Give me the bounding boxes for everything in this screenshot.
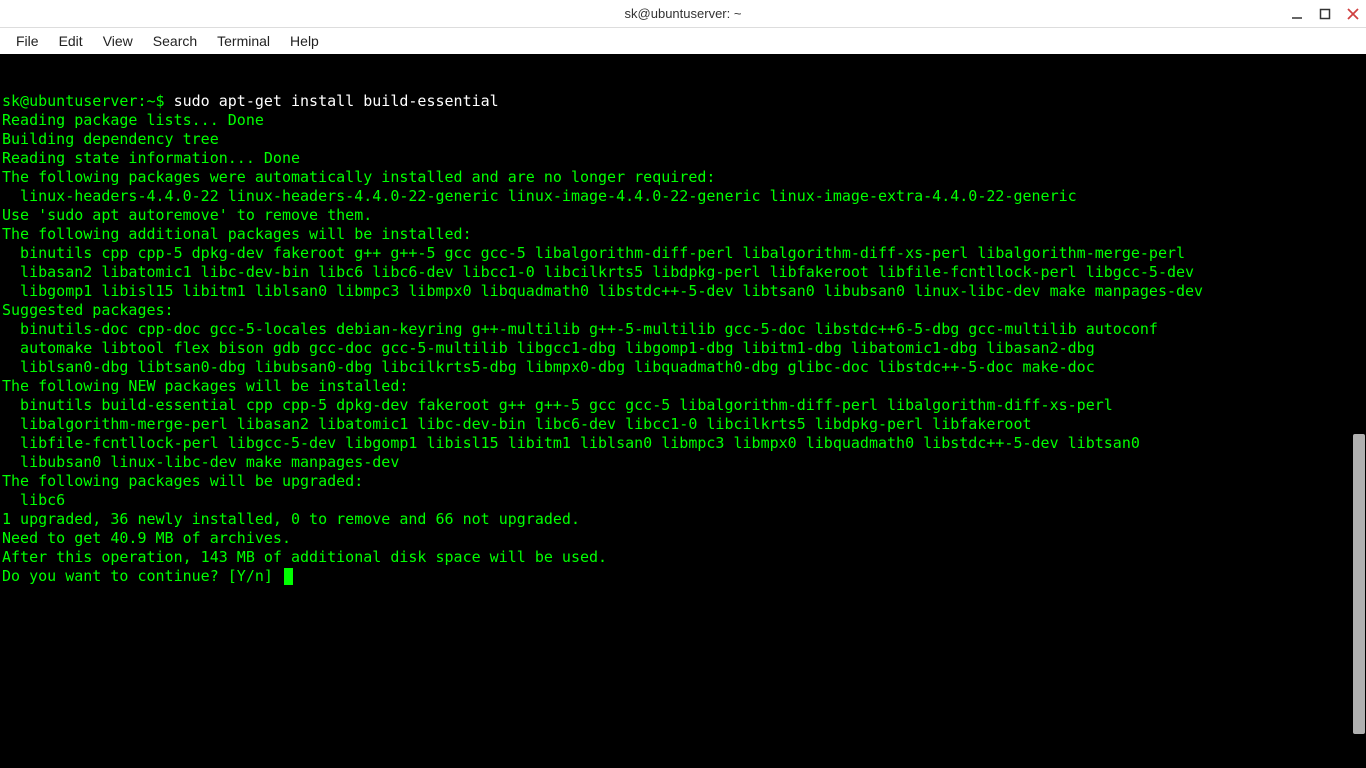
- terminal-line: Use 'sudo apt autoremove' to remove them…: [2, 206, 1364, 225]
- window-controls: [1290, 0, 1360, 28]
- menu-file[interactable]: File: [6, 31, 49, 51]
- terminal-line: libubsan0 linux-libc-dev make manpages-d…: [2, 453, 1364, 472]
- terminal-line: After this operation, 143 MB of addition…: [2, 548, 1364, 567]
- menu-search[interactable]: Search: [143, 31, 207, 51]
- terminal-line: Do you want to continue? [Y/n]: [2, 567, 1364, 586]
- entered-command: sudo apt-get install build-essential: [174, 92, 499, 111]
- menu-view[interactable]: View: [93, 31, 143, 51]
- maximize-button[interactable]: [1318, 7, 1332, 21]
- terminal-line: The following packages will be upgraded:: [2, 472, 1364, 491]
- terminal-line: Reading state information... Done: [2, 149, 1364, 168]
- terminal-line: sk@ubuntuserver:~$ sudo apt-get install …: [2, 92, 1364, 111]
- terminal-line: binutils build-essential cpp cpp-5 dpkg-…: [2, 396, 1364, 415]
- terminal-line: 1 upgraded, 36 newly installed, 0 to rem…: [2, 510, 1364, 529]
- scrollbar-thumb[interactable]: [1353, 434, 1365, 734]
- scrollbar[interactable]: [1352, 54, 1366, 768]
- terminal-line: The following NEW packages will be insta…: [2, 377, 1364, 396]
- terminal-line: automake libtool flex bison gdb gcc-doc …: [2, 339, 1364, 358]
- terminal-line: binutils cpp cpp-5 dpkg-dev fakeroot g++…: [2, 244, 1364, 263]
- terminal-line: libasan2 libatomic1 libc-dev-bin libc6 l…: [2, 263, 1364, 282]
- window-title: sk@ubuntuserver: ~: [625, 6, 742, 21]
- menubar: File Edit View Search Terminal Help: [0, 28, 1366, 54]
- menu-terminal[interactable]: Terminal: [207, 31, 280, 51]
- terminal-line: binutils-doc cpp-doc gcc-5-locales debia…: [2, 320, 1364, 339]
- terminal-line: The following packages were automaticall…: [2, 168, 1364, 187]
- continue-prompt: Do you want to continue? [Y/n]: [2, 567, 282, 585]
- menu-edit[interactable]: Edit: [49, 31, 93, 51]
- terminal-content: sk@ubuntuserver:~$ sudo apt-get install …: [2, 92, 1364, 586]
- terminal-window: sk@ubuntuserver: ~ File Edit View Search…: [0, 0, 1366, 768]
- terminal-line: libgomp1 libisl15 libitm1 liblsan0 libmp…: [2, 282, 1364, 301]
- terminal-line: libalgorithm-merge-perl libasan2 libatom…: [2, 415, 1364, 434]
- terminal-line: Suggested packages:: [2, 301, 1364, 320]
- terminal-line: Need to get 40.9 MB of archives.: [2, 529, 1364, 548]
- terminal-line: Building dependency tree: [2, 130, 1364, 149]
- terminal-line: linux-headers-4.4.0-22 linux-headers-4.4…: [2, 187, 1364, 206]
- terminal-line: The following additional packages will b…: [2, 225, 1364, 244]
- cursor: [284, 568, 293, 585]
- terminal-line: Reading package lists... Done: [2, 111, 1364, 130]
- titlebar: sk@ubuntuserver: ~: [0, 0, 1366, 28]
- close-button[interactable]: [1346, 7, 1360, 21]
- terminal-line: libfile-fcntllock-perl libgcc-5-dev libg…: [2, 434, 1364, 453]
- minimize-button[interactable]: [1290, 7, 1304, 21]
- terminal-line: libc6: [2, 491, 1364, 510]
- shell-prompt: sk@ubuntuserver:~$: [2, 92, 174, 111]
- terminal-viewport[interactable]: sk@ubuntuserver:~$ sudo apt-get install …: [0, 54, 1366, 768]
- menu-help[interactable]: Help: [280, 31, 329, 51]
- terminal-line: liblsan0-dbg libtsan0-dbg libubsan0-dbg …: [2, 358, 1364, 377]
